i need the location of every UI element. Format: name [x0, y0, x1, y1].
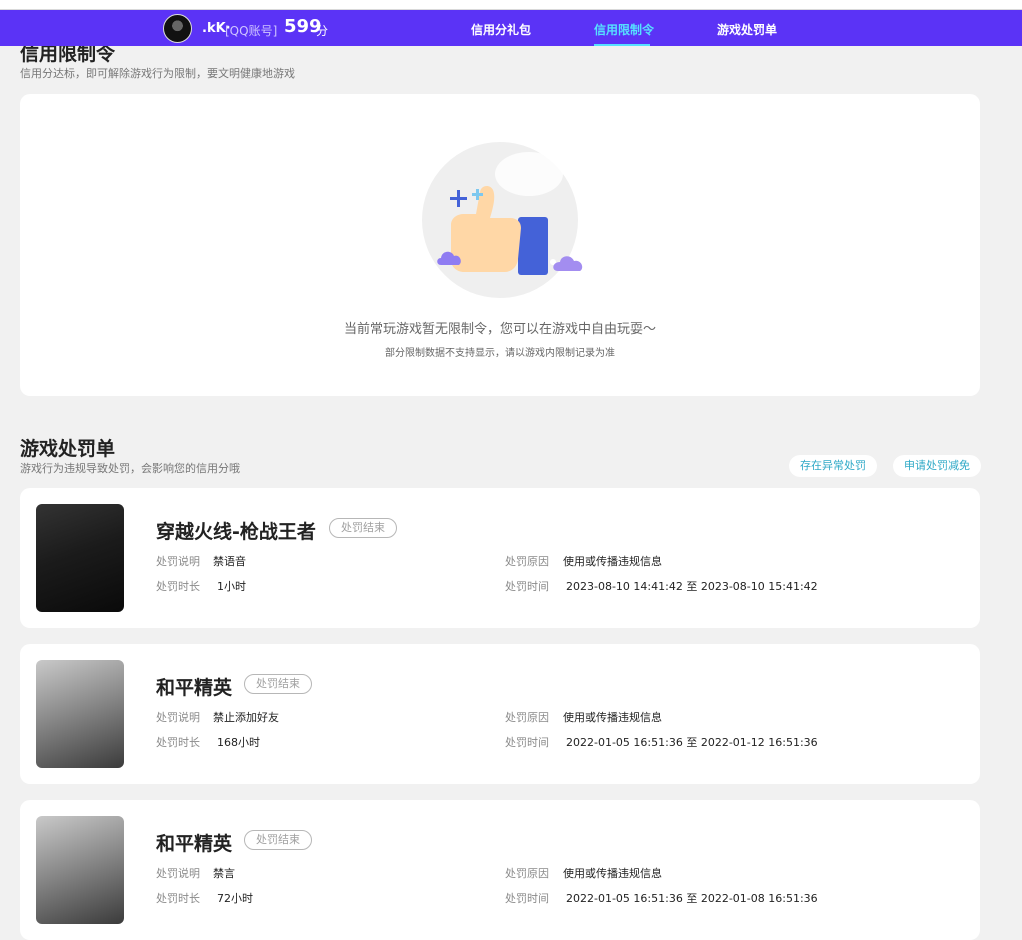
penalty-desc-value: 禁止添加好友 — [213, 711, 279, 724]
penalty-reason-label: 处罚原因 — [505, 555, 549, 568]
empty-message: 当前常玩游戏暂无限制令，您可以在游戏中自由玩耍～ — [343, 322, 656, 337]
penalty-reason-value: 使用或传播违规信息 — [563, 867, 662, 880]
thumbs-up-illustration — [422, 142, 583, 298]
pubg-game-image — [36, 816, 124, 924]
penalty-time-label: 处罚时间 — [505, 580, 549, 593]
penalty-title: 游戏处罚单 — [20, 438, 116, 460]
penalty-reason-label: 处罚原因 — [505, 711, 549, 724]
game-title: 穿越火线-枪战王者 — [156, 521, 316, 543]
penalty-duration-value: 168小时 — [217, 736, 260, 749]
penalty-card: 和平精英 处罚结束 处罚说明 禁止添加好友 处罚时长 168小时 处罚原因 使用… — [20, 644, 980, 784]
penalty-subtitle: 游戏行为违规导致处罚，会影响您的信用分哦 — [20, 462, 240, 475]
game-title: 和平精英 — [156, 677, 233, 699]
restriction-empty-card: 当前常玩游戏暂无限制令，您可以在游戏中自由玩耍～ 部分限制数据不支持显示，请以游… — [20, 94, 980, 396]
penalty-time-value: 2022-01-05 16:51:36 至 2022-01-12 16:51:3… — [566, 736, 818, 749]
avatar[interactable] — [163, 14, 192, 43]
game-title: 和平精英 — [156, 833, 233, 855]
active-nav-underline — [594, 44, 650, 46]
penalty-card: 穿越火线-枪战王者 处罚结束 处罚说明 禁语音 处罚时长 1小时 处罚原因 使用… — [20, 488, 980, 628]
penalty-duration-label: 处罚时长 — [156, 736, 200, 749]
penalty-desc-value: 禁语音 — [213, 555, 246, 568]
penalty-duration-value: 72小时 — [217, 892, 253, 905]
nav-credit-gift[interactable]: 信用分礼包 — [471, 21, 531, 38]
penalty-desc-label: 处罚说明 — [156, 867, 200, 880]
penalty-time-label: 处罚时间 — [505, 736, 549, 749]
top-navigation-bar: .kK· [QQ账号] 599 分 信用分礼包 信用限制令 游戏处罚单 — [0, 10, 1022, 46]
penalty-time-value: 2022-01-05 16:51:36 至 2022-01-08 16:51:3… — [566, 892, 818, 905]
penalty-duration-label: 处罚时长 — [156, 580, 200, 593]
status-badge: 处罚结束 — [244, 674, 312, 694]
penalty-reason-label: 处罚原因 — [505, 867, 549, 880]
status-badge: 处罚结束 — [329, 518, 397, 538]
penalty-reason-value: 使用或传播违规信息 — [563, 711, 662, 724]
cf-game-image — [36, 504, 124, 612]
penalty-card: 和平精英 处罚结束 处罚说明 禁言 处罚时长 72小时 处罚原因 使用或传播违规… — [20, 800, 980, 940]
browser-top-line — [0, 0, 1022, 10]
status-badge: 处罚结束 — [244, 830, 312, 850]
penalty-time-value: 2023-08-10 14:41:42 至 2023-08-10 15:41:4… — [566, 580, 818, 593]
credit-score-unit: 分 — [316, 24, 329, 38]
abnormal-penalty-button[interactable]: 存在异常处罚 — [789, 455, 877, 477]
penalty-time-label: 处罚时间 — [505, 892, 549, 905]
restriction-subtitle: 信用分达标，即可解除游戏行为限制，要文明健康地游戏 — [20, 67, 295, 80]
account-type: [QQ账号] — [225, 24, 278, 38]
apply-reduction-button[interactable]: 申请处罚减免 — [893, 455, 981, 477]
nav-credit-restriction[interactable]: 信用限制令 — [594, 21, 654, 38]
penalty-desc-label: 处罚说明 — [156, 555, 200, 568]
pubg-game-image — [36, 660, 124, 768]
penalty-duration-label: 处罚时长 — [156, 892, 200, 905]
penalty-reason-value: 使用或传播违规信息 — [563, 555, 662, 568]
empty-note: 部分限制数据不支持显示，请以游戏内限制记录为准 — [385, 348, 615, 359]
penalty-desc-value: 禁言 — [213, 867, 235, 880]
nav-game-penalty[interactable]: 游戏处罚单 — [717, 21, 777, 38]
penalty-desc-label: 处罚说明 — [156, 711, 200, 724]
penalty-duration-value: 1小时 — [217, 580, 246, 593]
